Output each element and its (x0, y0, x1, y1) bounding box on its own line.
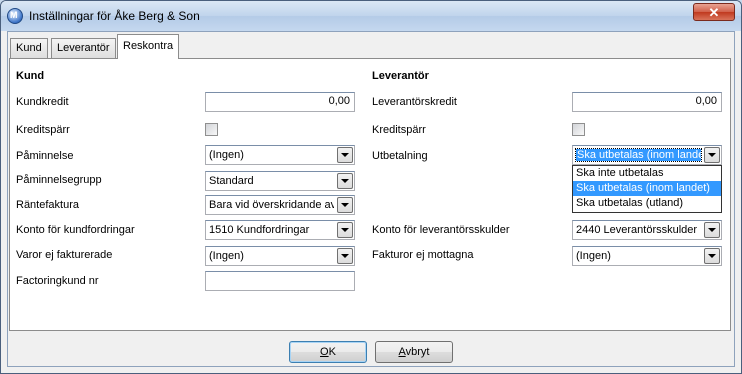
leverantor-konto-select[interactable]: 2440 Leverantörsskulder (572, 220, 722, 240)
paminnelsegrupp-label: Påminnelsegrupp (16, 174, 102, 186)
kund-heading: Kund (16, 70, 45, 82)
kund-konto-value: 1510 Kundfordringar (209, 224, 310, 236)
leverantor-heading: Leverantör (372, 70, 429, 82)
chevron-down-icon[interactable] (337, 197, 353, 213)
chevron-down-icon[interactable] (704, 222, 720, 238)
avbryt-button[interactable]: Avbryt (375, 341, 453, 363)
kund-konto-select[interactable]: 1510 Kundfordringar (205, 220, 355, 240)
chevron-down-icon[interactable] (337, 248, 353, 264)
utbetalning-label: Utbetalning (372, 150, 428, 162)
chevron-down-icon[interactable] (704, 147, 720, 163)
leverantorskredit-label: Leverantörskredit (372, 96, 457, 108)
leverantor-kreditsparr-label: Kreditspärr (372, 124, 426, 136)
leverantor-konto-value: 2440 Leverantörsskulder (576, 224, 698, 236)
dropdown-option-selected[interactable]: Ska utbetalas (inom landet) (573, 181, 721, 196)
paminnelse-value: (Ingen) (209, 149, 244, 161)
fakturor-select[interactable]: (Ingen) (572, 246, 722, 266)
utbetalning-value: Ska utbetalas (inom landet) (575, 148, 702, 162)
dropdown-option[interactable]: Ska utbetalas (utland) (573, 196, 721, 211)
utbetalning-select[interactable]: Ska utbetalas (inom landet) (572, 145, 722, 165)
ok-label-rest: K (328, 346, 336, 358)
paminnelsegrupp-value: Standard (209, 175, 254, 187)
kundkredit-field[interactable]: 0,00 (205, 92, 355, 112)
utbetalning-dropdown-list: Ska inte utbetalas Ska utbetalas (inom l… (572, 165, 722, 213)
rantefaktura-select[interactable]: Bara vid överskridande av (205, 195, 355, 215)
avbryt-mnemonic: A (398, 346, 406, 358)
paminnelse-label: Påminnelse (16, 150, 74, 162)
rantefaktura-value: Bara vid överskridande av (209, 199, 334, 211)
chevron-down-icon[interactable] (337, 147, 353, 163)
paminnelsegrupp-select[interactable]: Standard (205, 171, 355, 191)
leverantorskredit-field[interactable]: 0,00 (572, 92, 722, 112)
ok-button[interactable]: OK (289, 341, 367, 363)
dropdown-option[interactable]: Ska inte utbetalas (573, 166, 721, 181)
varor-label: Varor ej fakturerade (16, 249, 113, 261)
factoring-field[interactable] (205, 271, 355, 291)
fakturor-value: (Ingen) (576, 250, 611, 262)
chevron-down-icon[interactable] (704, 248, 720, 264)
leverantor-konto-label: Konto för leverantörsskulder (372, 224, 510, 236)
chevron-down-icon[interactable] (337, 222, 353, 238)
fakturor-label: Fakturor ej mottagna (372, 249, 474, 261)
varor-value: (Ingen) (209, 250, 244, 262)
paminnelse-select[interactable]: (Ingen) (205, 145, 355, 165)
kund-kreditsparr-checkbox[interactable] (205, 123, 218, 136)
kundkredit-label: Kundkredit (16, 96, 69, 108)
varor-select[interactable]: (Ingen) (205, 246, 355, 266)
rantefaktura-label: Räntefaktura (16, 199, 79, 211)
ok-mnemonic: O (320, 346, 329, 358)
leverantor-kreditsparr-checkbox[interactable] (572, 123, 585, 136)
avbryt-label-rest: vbryt (405, 346, 430, 358)
kund-kreditsparr-label: Kreditspärr (16, 124, 70, 136)
factoring-label: Factoringkund nr (16, 275, 99, 287)
chevron-down-icon[interactable] (337, 173, 353, 189)
kund-konto-label: Konto för kundfordringar (16, 224, 135, 236)
